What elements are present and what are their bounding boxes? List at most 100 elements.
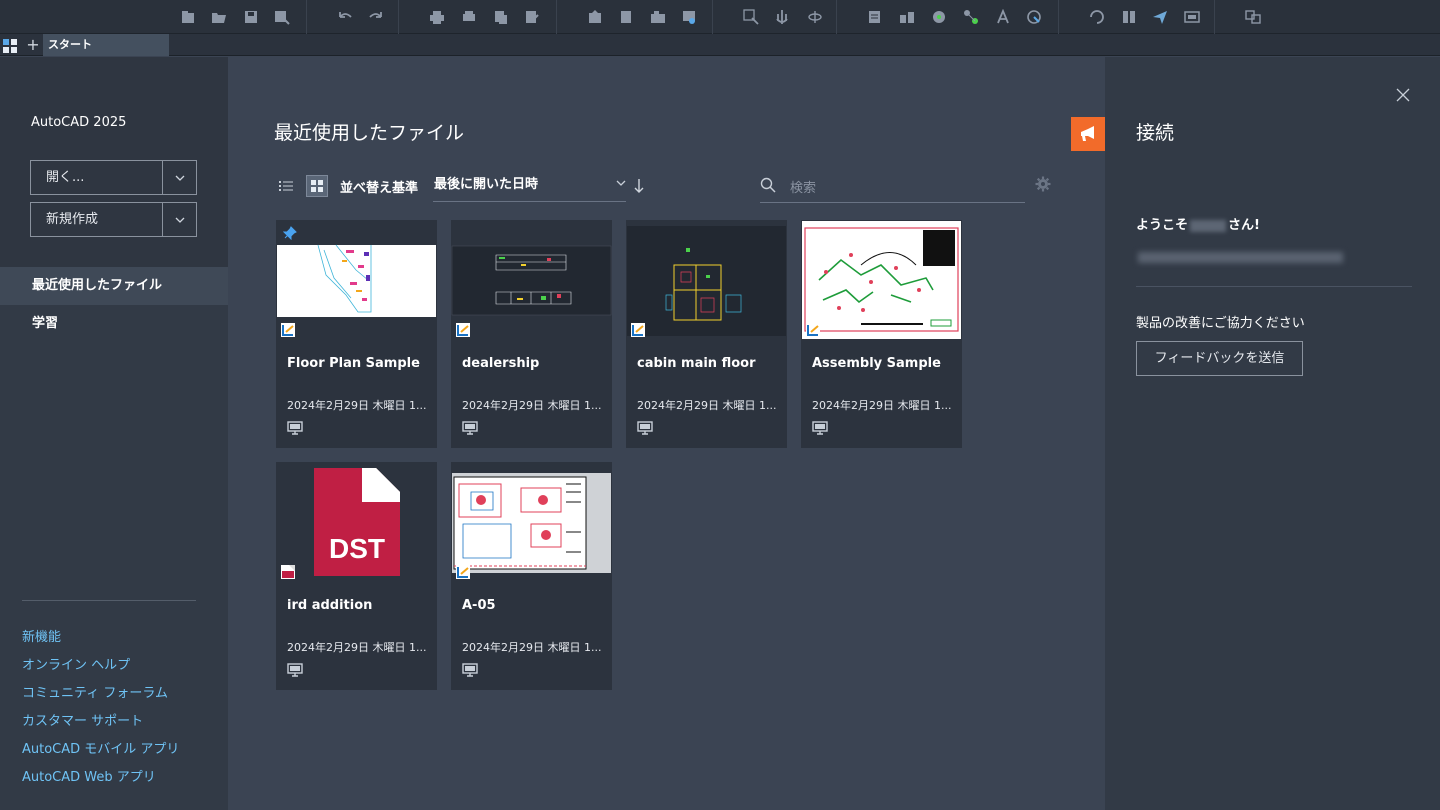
file-thumbnail (451, 220, 612, 342)
file-card[interactable]: cabin main floor 2024年2月29日 木曜日 1... (626, 220, 787, 448)
toolbar-divider (1214, 0, 1215, 34)
open-icon[interactable] (210, 8, 228, 26)
toolbar-divider (836, 0, 837, 34)
toolbar-divider (556, 0, 557, 34)
app-name: AutoCAD 2025 (31, 115, 127, 130)
link-customer-support[interactable]: カスタマー サポート (22, 710, 143, 729)
chevron-down-icon (616, 180, 626, 186)
connect-panel: 接続 ようこそ さん! 製品の改善にご協力ください フィードバックを送信 (1105, 57, 1440, 810)
start-menu-icon[interactable] (3, 38, 17, 53)
file-card[interactable]: dealership 2024年2月29日 木曜日 1... (451, 220, 612, 448)
sort-select[interactable]: 最後に開いた日時 (433, 171, 626, 202)
search-placeholder: 検索 (790, 181, 817, 196)
properties-icon[interactable] (866, 8, 884, 26)
local-computer-icon (287, 663, 303, 677)
nav-recent-files[interactable]: 最近使用したファイル (0, 267, 228, 305)
file-card[interactable]: A-05 2024年2月29日 木曜日 1... (451, 462, 612, 690)
dst-icon (281, 565, 295, 579)
layer-icon[interactable] (898, 8, 916, 26)
file-date: 2024年2月29日 木曜日 1... (462, 641, 602, 654)
chevron-down-icon (175, 217, 184, 223)
link-online-help[interactable]: オンライン ヘルプ (22, 654, 130, 673)
link-whats-new[interactable]: 新機能 (22, 626, 61, 645)
open-button-label[interactable]: 開く... (31, 161, 162, 194)
gear-icon[interactable] (1035, 176, 1051, 192)
nav-learning[interactable]: 学習 (0, 305, 228, 343)
link-web-app[interactable]: AutoCAD Web アプリ (22, 766, 156, 785)
toolbar-divider (398, 0, 399, 34)
new-button[interactable]: 新規作成 (30, 202, 197, 237)
zoom-icon[interactable] (742, 8, 760, 26)
publish-icon[interactable] (492, 8, 510, 26)
attach-icon[interactable] (1025, 8, 1043, 26)
tab-start[interactable]: スタート (43, 34, 169, 56)
import-icon[interactable] (586, 8, 604, 26)
improve-text: 製品の改善にご協力ください (1136, 316, 1305, 331)
dwg-icon (456, 565, 470, 579)
file-thumbnail: DST (276, 462, 437, 584)
grid-view-button[interactable] (306, 175, 328, 197)
send-icon[interactable] (1151, 8, 1169, 26)
pin-icon[interactable] (283, 226, 297, 240)
list-view-button[interactable] (275, 175, 297, 197)
toolbar-divider (306, 0, 307, 34)
file-card[interactable]: Assembly Sample 2024年2月29日 木曜日 1... (801, 220, 962, 448)
file-thumbnail (801, 220, 962, 342)
open-button[interactable]: 開く... (30, 160, 197, 195)
file-name: A-05 (462, 598, 496, 613)
pan-icon[interactable] (773, 8, 791, 26)
panel-divider (1136, 286, 1412, 287)
view-icon[interactable] (1120, 8, 1138, 26)
orbit-icon[interactable] (806, 8, 824, 26)
image-icon[interactable] (680, 8, 698, 26)
redo-icon[interactable] (367, 8, 385, 26)
link-mobile-app[interactable]: AutoCAD モバイル アプリ (22, 738, 179, 757)
connect-title: 接続 (1136, 122, 1175, 144)
dwg-icon (806, 323, 820, 337)
username-redacted (1190, 219, 1227, 232)
file-name: ird addition (287, 598, 373, 613)
new-icon[interactable] (179, 8, 197, 26)
save-as-icon[interactable] (273, 8, 291, 26)
file-card[interactable]: DST ird addition 2024年2月29日 木曜日 1... (276, 462, 437, 690)
new-button-label[interactable]: 新規作成 (31, 203, 162, 236)
search-input[interactable]: 検索 (760, 171, 1025, 203)
save-icon[interactable] (242, 8, 260, 26)
undo-icon[interactable] (336, 8, 354, 26)
open-dropdown-button[interactable] (162, 161, 196, 194)
megaphone-icon (1081, 126, 1094, 141)
network-icon[interactable] (930, 8, 948, 26)
new-tab-button[interactable]: + (24, 34, 42, 56)
search-icon (760, 177, 776, 193)
file-card[interactable]: Floor Plan Sample 2024年2月29日 木曜日 1... (276, 220, 437, 448)
sheet-icon[interactable] (1183, 8, 1201, 26)
share-icon[interactable] (962, 8, 980, 26)
toolbar-divider (712, 0, 713, 34)
local-computer-icon (462, 663, 478, 677)
text-icon[interactable] (994, 8, 1012, 26)
new-dropdown-button[interactable] (162, 203, 196, 236)
announcement-button[interactable] (1071, 117, 1105, 151)
export-icon[interactable] (617, 8, 635, 26)
link-community-forum[interactable]: コミュニティ フォーラム (22, 682, 168, 701)
file-date: 2024年2月29日 木曜日 1... (287, 399, 427, 412)
close-icon[interactable] (1395, 87, 1411, 103)
sidebar-divider (22, 600, 196, 601)
compare-icon[interactable] (1244, 8, 1262, 26)
sync-icon[interactable] (1088, 8, 1106, 26)
file-name: Assembly Sample (812, 356, 941, 371)
plot-icon[interactable] (460, 8, 478, 26)
file-date: 2024年2月29日 木曜日 1... (812, 399, 952, 412)
local-computer-icon (812, 421, 828, 435)
chevron-down-icon (175, 175, 184, 181)
block-icon[interactable] (649, 8, 667, 26)
quick-access-toolbar (0, 0, 1440, 34)
edit-icon[interactable] (523, 8, 541, 26)
main-panel: 最近使用したファイル 並べ替え基準 最後に開いた日時 検索 Floor Plan… (228, 57, 1105, 810)
file-tab-bar: + スタート (0, 34, 1440, 56)
email-redacted (1138, 252, 1343, 263)
sort-direction-icon[interactable] (634, 178, 644, 194)
print-icon[interactable] (428, 8, 446, 26)
file-name: cabin main floor (637, 356, 756, 371)
send-feedback-button[interactable]: フィードバックを送信 (1136, 341, 1303, 376)
